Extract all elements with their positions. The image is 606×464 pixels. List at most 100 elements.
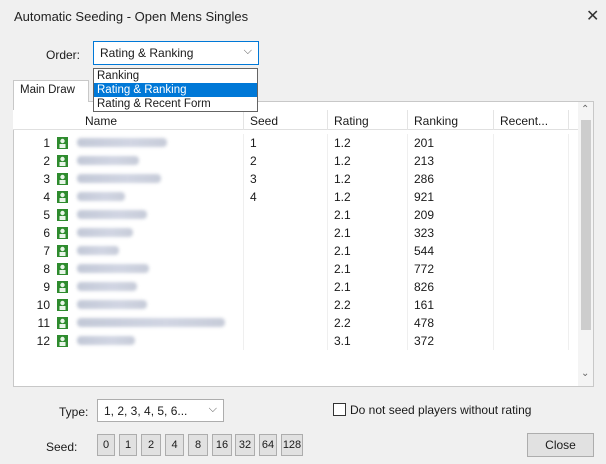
player-icon — [57, 155, 68, 167]
player-icon — [57, 335, 68, 347]
table-row[interactable]: 8 2.1 772 — [13, 260, 578, 278]
grid-line — [243, 206, 244, 224]
tab-main-draw[interactable]: Main Draw — [13, 80, 89, 102]
player-icon — [57, 227, 68, 239]
grid-line — [243, 152, 244, 170]
grid-line — [327, 314, 328, 332]
header-name[interactable]: Name — [85, 114, 117, 128]
seed-button-4[interactable]: 4 — [165, 434, 184, 456]
close-icon[interactable]: ✕ — [586, 6, 599, 26]
seed-button-128[interactable]: 128 — [281, 434, 303, 456]
window-title: Automatic Seeding - Open Mens Singles — [14, 9, 249, 24]
grid-line — [407, 206, 408, 224]
grid-line — [407, 242, 408, 260]
grid-line — [327, 278, 328, 296]
order-select[interactable]: Rating & Ranking ⌵ — [93, 41, 259, 65]
no-seed-checkbox-label[interactable]: Do not seed players without rating — [350, 403, 531, 417]
cell-ranking: 209 — [414, 208, 435, 222]
grid-line — [568, 260, 569, 278]
grid-line — [327, 188, 328, 206]
seed-button-64[interactable]: 64 — [259, 434, 277, 456]
scroll-down-icon[interactable]: ⌄ — [581, 368, 589, 379]
grid-line — [327, 152, 328, 170]
cell-ranking: 544 — [414, 244, 435, 258]
grid-line — [327, 332, 328, 350]
grid-line — [243, 224, 244, 242]
seed-button-2[interactable]: 2 — [141, 434, 161, 456]
grid-line — [407, 152, 408, 170]
grid-line — [568, 278, 569, 296]
grid-line — [568, 314, 569, 332]
cell-rating: 2.2 — [334, 316, 351, 330]
player-icon — [57, 263, 68, 275]
header-recent[interactable]: Recent... — [500, 114, 548, 128]
order-dropdown-list: Ranking Rating & Ranking Rating & Recent… — [93, 68, 258, 112]
player-icon — [57, 299, 68, 311]
table-header: Name Seed Rating Ranking Recent... — [13, 110, 578, 130]
cell-ranking: 826 — [414, 280, 435, 294]
header-ranking[interactable]: Ranking — [414, 114, 458, 128]
row-number: 6 — [43, 226, 50, 240]
scroll-up-icon[interactable]: ⌃ — [581, 104, 589, 115]
header-rating[interactable]: Rating — [334, 114, 369, 128]
title-bar: Automatic Seeding - Open Mens Singles ✕ — [0, 0, 606, 34]
header-divider[interactable] — [568, 110, 569, 130]
type-select[interactable]: 1, 2, 3, 4, 5, 6... ⌵ — [97, 399, 224, 422]
grid-line — [327, 224, 328, 242]
grid-line — [493, 278, 494, 296]
cell-seed: 4 — [250, 190, 257, 204]
seed-button-8[interactable]: 8 — [188, 434, 208, 456]
table-row[interactable]: 1 1 1.2 201 — [13, 134, 578, 152]
header-divider[interactable] — [243, 110, 244, 130]
player-name-redacted — [77, 300, 147, 309]
header-divider[interactable] — [493, 110, 494, 130]
grid-line — [243, 188, 244, 206]
grid-line — [243, 332, 244, 350]
table-row[interactable]: 3 3 1.2 286 — [13, 170, 578, 188]
vertical-scrollbar[interactable]: ⌃ ⌄ — [578, 102, 593, 386]
order-option-rating-recent-form[interactable]: Rating & Recent Form — [94, 97, 257, 111]
cell-rating: 1.2 — [334, 136, 351, 150]
player-name-redacted — [77, 156, 139, 165]
seed-button-0[interactable]: 0 — [97, 434, 115, 456]
table-row[interactable]: 4 4 1.2 921 — [13, 188, 578, 206]
scrollbar-thumb[interactable] — [581, 120, 591, 330]
cell-ranking: 286 — [414, 172, 435, 186]
close-button[interactable]: Close — [527, 433, 594, 457]
table-row[interactable]: 9 2.1 826 — [13, 278, 578, 296]
seed-button-32[interactable]: 32 — [235, 434, 255, 456]
grid-line — [327, 170, 328, 188]
no-seed-checkbox[interactable] — [333, 403, 346, 416]
grid-line — [407, 188, 408, 206]
player-name-redacted — [77, 264, 149, 273]
grid-line — [568, 170, 569, 188]
header-seed[interactable]: Seed — [250, 114, 278, 128]
header-divider[interactable] — [327, 110, 328, 130]
table-row[interactable]: 11 2.2 478 — [13, 314, 578, 332]
player-name-redacted — [77, 210, 147, 219]
order-option-rating-ranking[interactable]: Rating & Ranking — [94, 83, 257, 97]
table-row[interactable]: 10 2.2 161 — [13, 296, 578, 314]
table-row[interactable]: 2 2 1.2 213 — [13, 152, 578, 170]
type-label: Type: — [59, 405, 89, 419]
cell-rating: 2.1 — [334, 244, 351, 258]
player-name-redacted — [77, 192, 125, 201]
grid-line — [243, 134, 244, 152]
player-icon — [57, 173, 68, 185]
cell-seed: 1 — [250, 136, 257, 150]
table-row[interactable]: 7 2.1 544 — [13, 242, 578, 260]
grid-line — [568, 242, 569, 260]
grid-line — [407, 134, 408, 152]
order-label: Order: — [46, 48, 81, 62]
table-row[interactable]: 6 2.1 323 — [13, 224, 578, 242]
cell-ranking: 772 — [414, 262, 435, 276]
grid-line — [407, 170, 408, 188]
grid-line — [493, 206, 494, 224]
table-row[interactable]: 5 2.1 209 — [13, 206, 578, 224]
grid-line — [327, 296, 328, 314]
table-row[interactable]: 12 3.1 372 — [13, 332, 578, 350]
header-divider[interactable] — [407, 110, 408, 130]
seed-button-16[interactable]: 16 — [212, 434, 232, 456]
order-option-ranking[interactable]: Ranking — [94, 69, 257, 83]
seed-button-1[interactable]: 1 — [119, 434, 137, 456]
